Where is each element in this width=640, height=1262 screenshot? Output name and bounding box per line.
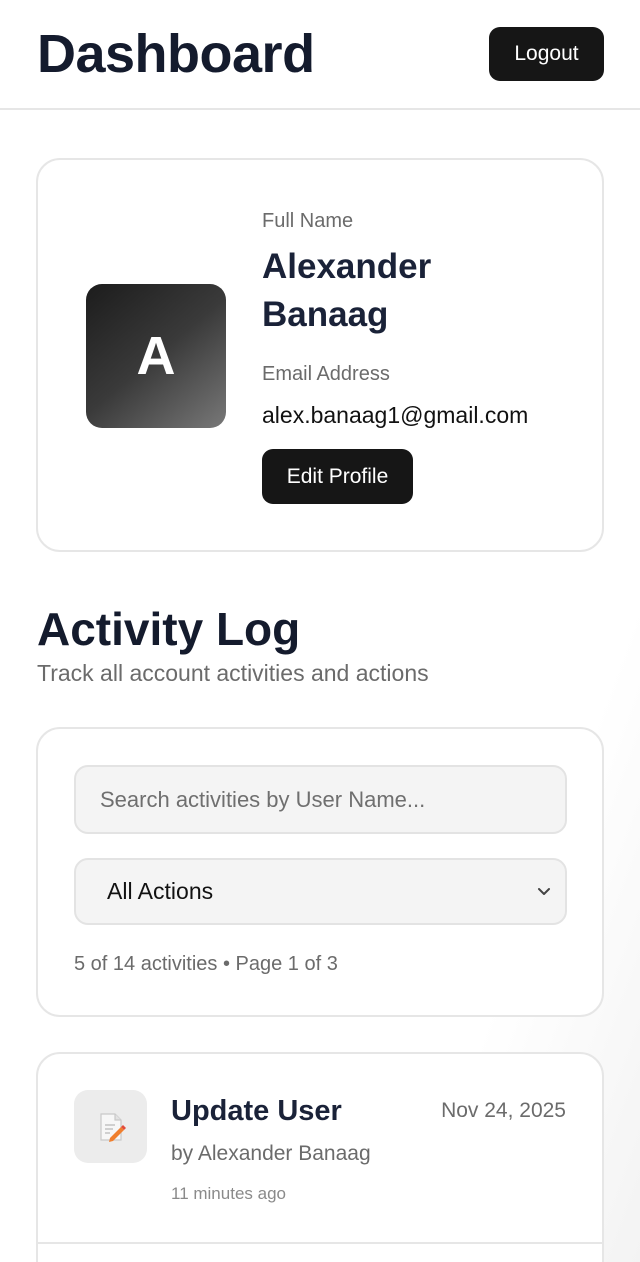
search-input[interactable]: [74, 765, 567, 834]
activity-count-text: 5 of 14 activities • Page 1 of 3: [74, 953, 338, 975]
email-label: Email Address: [262, 363, 390, 385]
divider: [38, 1242, 602, 1244]
action-filter-value: All Actions: [107, 878, 214, 904]
activity-user: by Alexander Banaag: [171, 1142, 371, 1165]
activity-time-ago: 11 minutes ago: [171, 1184, 286, 1203]
activity-log-subtitle: Track all account activities and actions: [37, 660, 429, 686]
app-header: Dashboard Logout: [0, 0, 640, 110]
activity-title: Update User: [171, 1095, 342, 1127]
action-filter-select[interactable]: All Actions: [74, 858, 567, 925]
chevron-down-icon: [538, 887, 550, 895]
activity-list: Update User Nov 24, 2025 by Alexander Ba…: [36, 1052, 604, 1262]
profile-info: Full Name Alexander Banaag Email Address…: [262, 210, 592, 504]
page-title: Dashboard: [37, 24, 315, 84]
email-value: alex.banaag1@gmail.com: [262, 402, 529, 428]
full-name-value: Alexander Banaag: [262, 247, 432, 334]
edit-profile-button[interactable]: Edit Profile: [262, 449, 413, 504]
activity-filter-card: All Actions 5 of 14 activities • Page 1 …: [36, 727, 604, 1017]
profile-card: A Full Name Alexander Banaag Email Addre…: [36, 158, 604, 552]
full-name-label: Full Name: [262, 210, 354, 232]
avatar: A: [86, 284, 226, 428]
memo-pencil-icon: [74, 1090, 147, 1163]
activity-log-title: Activity Log: [37, 603, 301, 655]
logout-button[interactable]: Logout: [489, 27, 604, 81]
activity-date: Nov 24, 2025: [441, 1099, 566, 1122]
